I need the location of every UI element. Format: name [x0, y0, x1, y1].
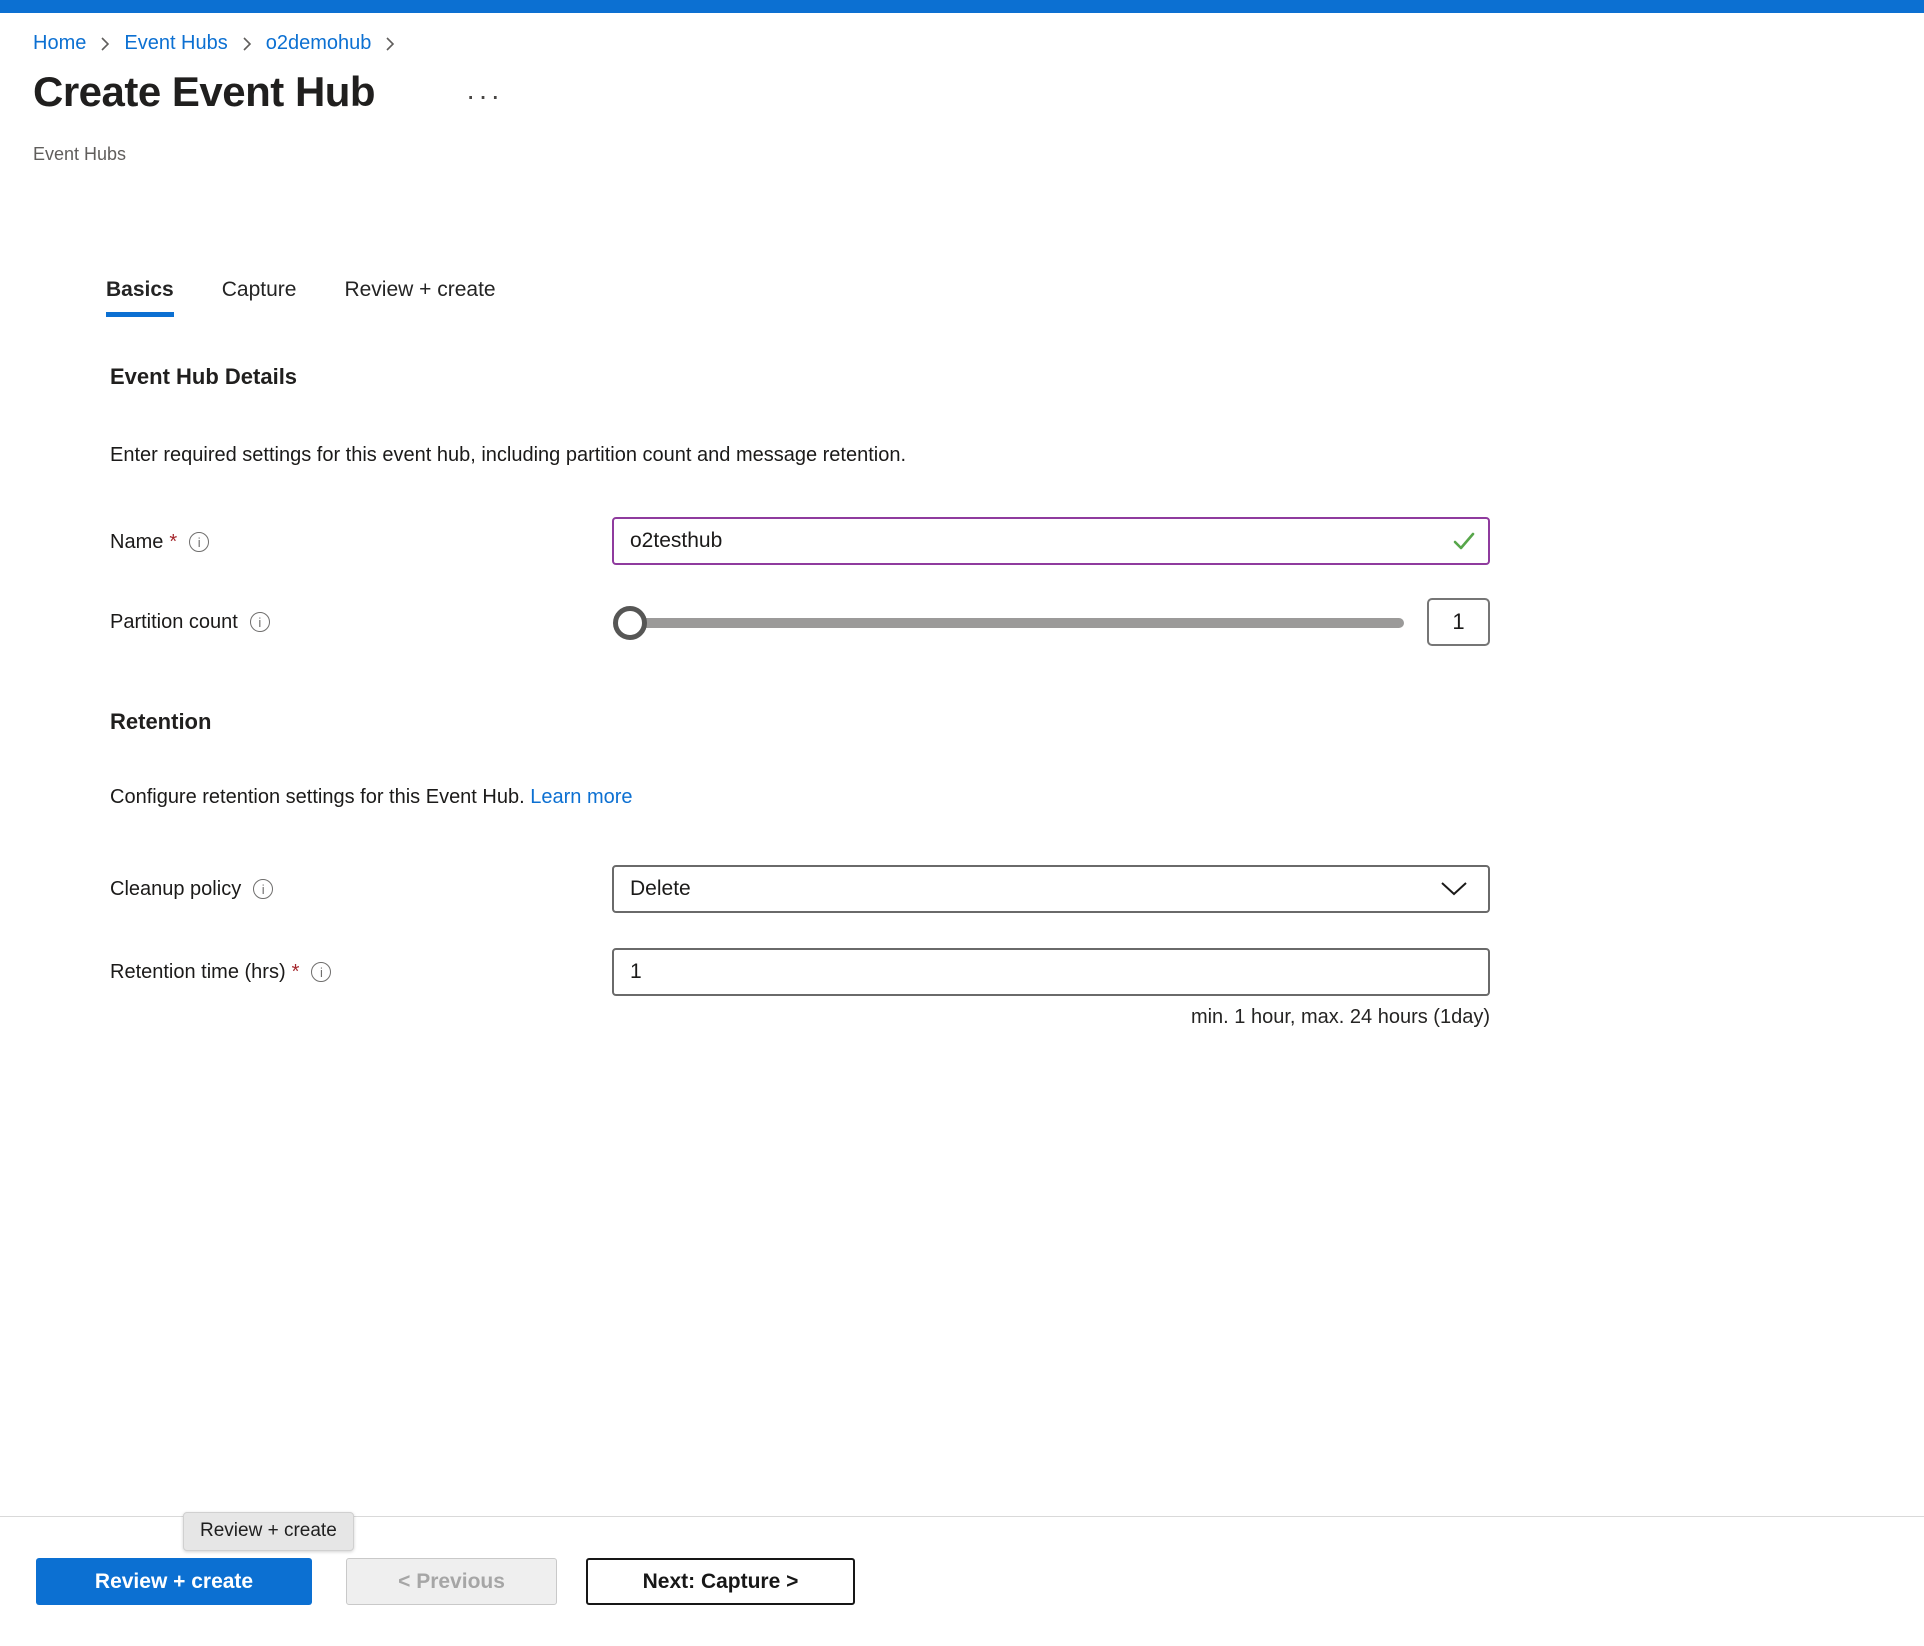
name-field-wrap — [612, 517, 1490, 565]
retention-description: Configure retention settings for this Ev… — [110, 786, 525, 808]
retention-time-input[interactable] — [612, 948, 1490, 996]
cleanup-policy-selected-value: Delete — [630, 877, 1438, 901]
breadcrumb-home-link[interactable]: Home — [33, 32, 86, 55]
retention-time-label: Retention time (hrs) — [110, 961, 286, 984]
event-hub-details-description: Enter required settings for this event h… — [110, 444, 906, 467]
retention-time-hint: min. 1 hour, max. 24 hours (1day) — [612, 1006, 1490, 1029]
chevron-down-icon — [1438, 880, 1470, 898]
wizard-tabs: Basics Capture Review + create — [106, 278, 496, 317]
page-title: Create Event Hub — [33, 68, 375, 116]
info-icon[interactable] — [250, 612, 270, 632]
partition-count-slider — [612, 598, 1490, 646]
required-asterisk: * — [169, 531, 177, 554]
cleanup-policy-label-row: Cleanup policy — [110, 875, 273, 903]
tab-review-create-label: Review + create — [344, 278, 495, 301]
portal-top-bar — [0, 0, 1924, 13]
info-icon[interactable] — [311, 962, 331, 982]
validation-check-icon — [1450, 527, 1478, 560]
info-icon[interactable] — [253, 879, 273, 899]
breadcrumb-o2demohub-link[interactable]: o2demohub — [266, 32, 372, 55]
required-asterisk: * — [292, 961, 300, 984]
tab-capture-label: Capture — [222, 278, 297, 301]
review-create-tooltip: Review + create — [183, 1512, 354, 1551]
slider-handle[interactable] — [613, 606, 647, 640]
partition-count-value-input[interactable] — [1427, 598, 1490, 646]
event-hub-details-heading: Event Hub Details — [110, 364, 297, 390]
info-icon[interactable] — [189, 532, 209, 552]
more-options-ellipsis-icon[interactable]: ··· — [466, 80, 503, 112]
active-tab-underline — [106, 312, 174, 317]
retention-heading: Retention — [110, 709, 211, 735]
create-event-hub-page: Home Event Hubs o2demohub Create Event H… — [0, 0, 1924, 1646]
cleanup-policy-label: Cleanup policy — [110, 878, 241, 901]
partition-count-label: Partition count — [110, 611, 238, 634]
retention-time-field-wrap — [612, 948, 1490, 996]
name-input[interactable] — [612, 517, 1490, 565]
previous-button[interactable]: < Previous — [346, 1558, 557, 1605]
tab-basics-label: Basics — [106, 278, 174, 301]
retention-description-row: Configure retention settings for this Ev… — [110, 786, 633, 809]
name-label-row: Name * — [110, 528, 209, 556]
tab-capture[interactable]: Capture — [222, 278, 297, 317]
breadcrumb: Home Event Hubs o2demohub — [33, 32, 409, 55]
learn-more-link[interactable]: Learn more — [530, 786, 632, 808]
retention-time-label-row: Retention time (hrs) * — [110, 958, 331, 986]
tab-review-create[interactable]: Review + create — [344, 278, 495, 317]
cleanup-policy-dropdown[interactable]: Delete — [612, 865, 1490, 913]
review-create-button[interactable]: Review + create — [36, 1558, 312, 1605]
chevron-right-icon — [383, 34, 397, 54]
partition-count-label-row: Partition count — [110, 608, 270, 636]
tab-basics[interactable]: Basics — [106, 278, 174, 317]
name-label: Name — [110, 531, 163, 554]
chevron-right-icon — [240, 34, 254, 54]
chevron-right-icon — [98, 34, 112, 54]
page-subtitle: Event Hubs — [33, 144, 126, 165]
next-capture-button[interactable]: Next: Capture > — [586, 1558, 855, 1605]
breadcrumb-event-hubs-link[interactable]: Event Hubs — [124, 32, 227, 55]
slider-track[interactable] — [630, 618, 1404, 628]
